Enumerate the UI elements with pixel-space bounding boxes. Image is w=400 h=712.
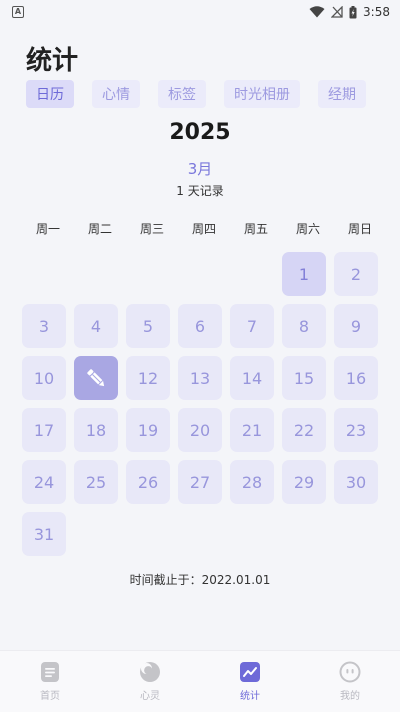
- bottom-nav: 首页 心灵 统计 我的: [0, 650, 400, 712]
- tab-period[interactable]: 经期: [318, 80, 366, 108]
- nav-profile[interactable]: 我的: [300, 651, 400, 712]
- nav-label: 心灵: [140, 691, 160, 702]
- status-bar: A 3:58: [0, 0, 400, 24]
- day-cell-today[interactable]: 1: [282, 252, 326, 296]
- day-cell[interactable]: 27: [178, 460, 222, 504]
- day-cell[interactable]: 29: [282, 460, 326, 504]
- nav-home[interactable]: 首页: [0, 651, 100, 712]
- day-cell[interactable]: 22: [282, 408, 326, 452]
- tab-photo-album[interactable]: 时光相册: [224, 80, 300, 108]
- nav-soul[interactable]: 心灵: [100, 651, 200, 712]
- calendar-grid: 1 2 3 4 5 6 7 8 9 10 12 13 14 15 16 17 1…: [22, 252, 378, 556]
- empty-cell: [22, 252, 66, 296]
- year-label: 2025: [169, 120, 231, 145]
- document-icon: [41, 662, 59, 682]
- day-cell[interactable]: 16: [334, 356, 378, 400]
- cutoff-date-note: 时间截止于：2022.01.01: [129, 573, 271, 587]
- day-cell[interactable]: 13: [178, 356, 222, 400]
- day-cell[interactable]: 30: [334, 460, 378, 504]
- weekday-label: 周五: [243, 222, 268, 236]
- day-cell[interactable]: 2: [334, 252, 378, 296]
- chart-icon: [240, 662, 260, 682]
- no-signal-icon: [331, 6, 343, 18]
- battery-icon: [349, 5, 357, 18]
- day-cell[interactable]: 7: [230, 304, 274, 348]
- empty-cell: [126, 252, 170, 296]
- month-label: 3月: [187, 160, 213, 178]
- empty-cell: [178, 252, 222, 296]
- day-cell[interactable]: 19: [126, 408, 170, 452]
- day-cell[interactable]: 8: [282, 304, 326, 348]
- day-cell[interactable]: 9: [334, 304, 378, 348]
- weekday-label: 周四: [191, 222, 216, 236]
- tab-bar: 日历 心情 标签 时光相册 经期: [26, 80, 366, 108]
- day-cell[interactable]: 12: [126, 356, 170, 400]
- wifi-icon: [309, 6, 325, 18]
- day-cell[interactable]: 5: [126, 304, 170, 348]
- clock: 3:58: [363, 5, 390, 19]
- day-cell[interactable]: 23: [334, 408, 378, 452]
- day-cell[interactable]: 6: [178, 304, 222, 348]
- day-cell[interactable]: 28: [230, 460, 274, 504]
- day-cell[interactable]: 25: [74, 460, 118, 504]
- day-cell[interactable]: 20: [178, 408, 222, 452]
- day-cell[interactable]: 4: [74, 304, 118, 348]
- app-notification-icon: A: [12, 6, 24, 18]
- day-cell[interactable]: 15: [282, 356, 326, 400]
- record-summary: 1 天记录: [176, 184, 224, 198]
- nav-label: 首页: [40, 691, 60, 702]
- day-cell[interactable]: 21: [230, 408, 274, 452]
- day-cell[interactable]: 24: [22, 460, 66, 504]
- weekday-label: 周二: [87, 222, 112, 236]
- day-cell[interactable]: 10: [22, 356, 66, 400]
- nav-stats[interactable]: 统计: [200, 651, 300, 712]
- day-cell[interactable]: 3: [22, 304, 66, 348]
- day-cell[interactable]: 14: [230, 356, 274, 400]
- weekday-header: 周一 周二 周三 周四 周五 周六 周日: [22, 220, 378, 237]
- day-cell[interactable]: 31: [22, 512, 66, 556]
- day-cell[interactable]: 26: [126, 460, 170, 504]
- weekday-label: 周三: [139, 222, 164, 236]
- page-title: 统计: [26, 46, 79, 76]
- profile-icon: [339, 661, 361, 683]
- tab-calendar[interactable]: 日历: [26, 80, 74, 108]
- weekday-label: 周六: [295, 222, 320, 236]
- empty-cell: [74, 252, 118, 296]
- weekday-label: 周一: [35, 222, 60, 236]
- empty-cell: [230, 252, 274, 296]
- tab-mood[interactable]: 心情: [92, 80, 140, 108]
- moon-icon: [140, 662, 160, 682]
- day-cell[interactable]: 18: [74, 408, 118, 452]
- day-cell-recorded[interactable]: [74, 356, 118, 400]
- day-cell[interactable]: 17: [22, 408, 66, 452]
- tab-tags[interactable]: 标签: [158, 80, 206, 108]
- pen-icon: [87, 369, 105, 387]
- nav-label: 统计: [240, 691, 260, 702]
- nav-label: 我的: [340, 691, 360, 702]
- weekday-label: 周日: [347, 222, 372, 236]
